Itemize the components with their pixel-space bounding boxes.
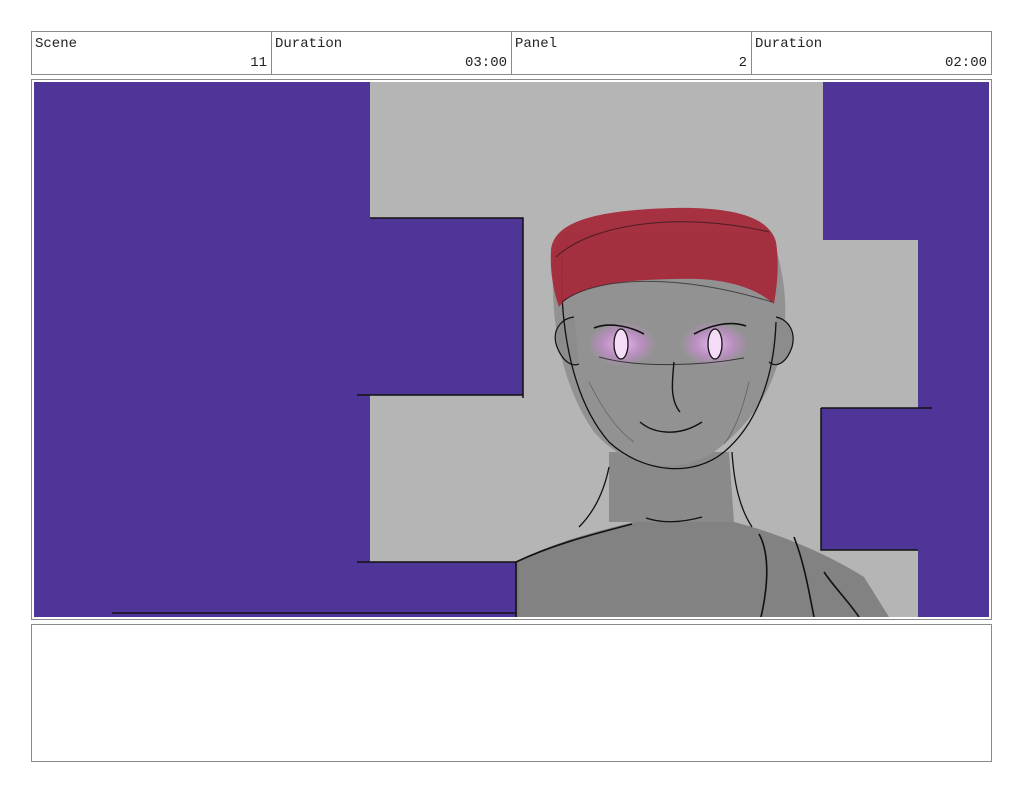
right-wall-side: [918, 240, 989, 617]
left-eye: [613, 328, 629, 360]
scene-duration-value: 03:00: [464, 55, 507, 71]
scene-cell: Scene 11: [32, 32, 272, 74]
left-block-top: [370, 218, 523, 395]
storyboard-drawing: [34, 82, 989, 617]
left-wall: [34, 82, 370, 617]
scene-duration-cell: Duration 03:00: [272, 32, 512, 74]
panel-duration-value: 02:00: [944, 55, 987, 71]
panel-cell: Panel 2: [512, 32, 752, 74]
panel-header: Scene 11 Duration 03:00 Panel 2 Duration…: [31, 31, 992, 75]
scene-duration-label: Duration: [275, 36, 343, 52]
right-eye: [707, 328, 723, 360]
panel-label: Panel: [515, 36, 558, 52]
right-wall-block: [821, 408, 918, 550]
scene-value: 11: [250, 55, 267, 71]
panel-notes[interactable]: [31, 624, 992, 762]
panel-duration-label: Duration: [755, 36, 823, 52]
scene-label: Scene: [35, 36, 78, 52]
panel-duration-cell: Duration 02:00: [752, 32, 991, 74]
left-block-bottom: [370, 562, 518, 617]
right-wall-top: [823, 82, 989, 240]
panel-value: 2: [738, 55, 747, 71]
